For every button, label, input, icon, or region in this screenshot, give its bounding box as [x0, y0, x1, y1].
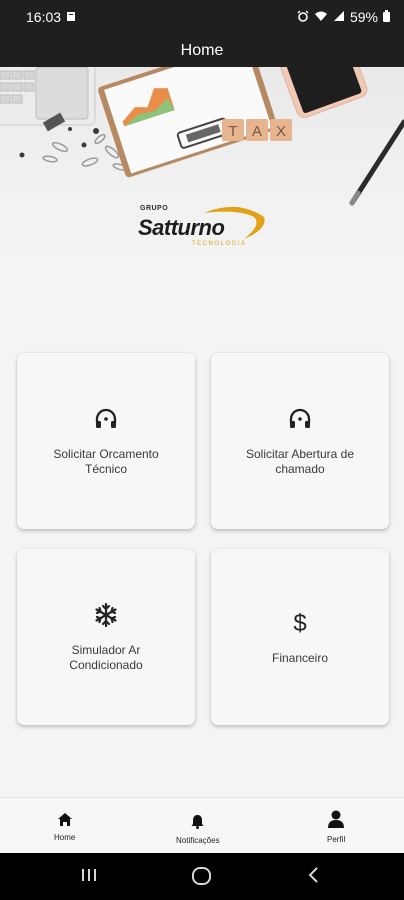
tax-letter-x: X — [276, 123, 286, 140]
card-label: Solicitar Abertura de chamado — [245, 447, 355, 476]
nav-item-home[interactable]: Home — [54, 813, 75, 842]
person-icon — [328, 810, 345, 833]
signal-icon — [333, 9, 345, 25]
home-button-icon[interactable] — [191, 865, 213, 892]
back-icon[interactable] — [306, 865, 320, 890]
svg-text:$: $ — [293, 610, 306, 636]
dollar-icon: $ — [291, 609, 309, 637]
bottom-navigation: Home Notificações Perfil — [0, 797, 404, 853]
status-time: 16:03 — [26, 9, 62, 25]
nav-label-notificacoes: Notificações — [176, 836, 220, 845]
alarm-icon — [297, 9, 309, 25]
tax-letter-a: A — [252, 123, 262, 140]
tax-letter-t: T — [228, 123, 237, 140]
card-financeiro[interactable]: $ Financeiro — [211, 549, 389, 725]
tax-blocks-illustration: T A X — [222, 119, 292, 141]
card-label: Solicitar Orcamento Técnico — [53, 447, 159, 476]
nav-item-notificacoes[interactable]: Notificações — [176, 814, 220, 845]
status-bar: 16:03 59% — [0, 0, 404, 34]
smartphone-illustration — [280, 67, 368, 118]
logo-group-text: GRUPO — [140, 205, 169, 212]
recent-apps-icon[interactable] — [80, 865, 98, 890]
status-right: 59% — [297, 9, 390, 25]
notification-icon — [66, 9, 77, 25]
satturno-logo: GRUPO Satturno TECNOLOGIA — [138, 205, 268, 251]
logo-main-text: Satturno — [138, 215, 225, 240]
logo-sub-text: TECNOLOGIA — [192, 241, 247, 247]
headset-icon — [94, 405, 118, 433]
calculator-illustration — [0, 67, 96, 132]
nav-label-perfil: Perfil — [327, 835, 346, 844]
card-solicitar-orcamento[interactable]: Solicitar Orcamento Técnico — [17, 353, 195, 529]
card-label: Simulador Ar Condicionado — [69, 643, 143, 672]
card-simulador-ar[interactable]: Simulador Ar Condicionado — [17, 549, 195, 725]
headset-icon — [288, 405, 312, 433]
card-label: Financeiro — [271, 650, 329, 665]
pen-illustration — [349, 119, 404, 206]
battery-text: 59% — [349, 9, 378, 25]
snowflake-icon — [93, 601, 119, 629]
card-solicitar-chamado[interactable]: Solicitar Abertura de chamado — [211, 353, 389, 529]
nav-label-home: Home — [54, 833, 76, 842]
wifi-icon — [314, 9, 328, 25]
nav-item-perfil[interactable]: Perfil — [327, 810, 345, 844]
status-left: 16:03 — [26, 9, 77, 25]
page-title: Home — [180, 41, 224, 59]
system-navigation-bar — [0, 853, 404, 900]
bell-icon — [191, 814, 204, 834]
battery-icon — [383, 9, 390, 25]
app-bar: Home — [0, 34, 404, 67]
home-icon — [57, 813, 72, 831]
